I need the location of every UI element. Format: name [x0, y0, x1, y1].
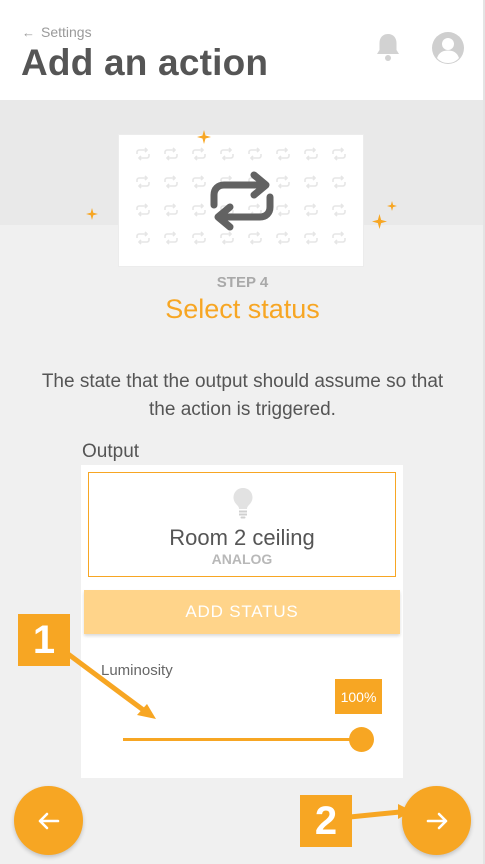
breadcrumb[interactable]: ← Settings: [22, 24, 92, 40]
back-arrow-icon: ←: [22, 24, 35, 40]
step-label: STEP 4: [216, 274, 269, 291]
step-description: The state that the output should assume …: [41, 371, 444, 420]
next-button[interactable]: [402, 786, 471, 855]
bell-icon[interactable]: [374, 32, 402, 62]
pattern-background: [136, 147, 346, 245]
breadcrumb-label: Settings: [41, 24, 92, 40]
back-button[interactable]: [14, 786, 83, 855]
luminosity-slider-thumb[interactable]: [348, 727, 374, 752]
output-type: ANALOG: [211, 551, 273, 567]
sparkle-icon: [86, 208, 98, 220]
sparkle-icon: [372, 214, 387, 229]
header: ← Settings Add an action: [0, 0, 483, 100]
sparkle-icon: [197, 130, 211, 144]
lightbulb-icon: [233, 488, 253, 519]
arrow-left-icon: [38, 812, 59, 829]
luminosity-value-badge: 100%: [335, 679, 382, 714]
sparkle-icon: [387, 201, 397, 211]
output-section-label: Output: [82, 441, 140, 462]
annotation-callout-1: 1: [18, 614, 70, 666]
output-card[interactable]: Room 2 ceiling ANALOG: [88, 472, 396, 577]
repeat-arrows-icon: [210, 171, 274, 231]
luminosity-label: Luminosity: [101, 662, 173, 679]
output-name: Room 2 ceiling: [169, 525, 315, 550]
add-status-button[interactable]: ADD STATUS: [84, 590, 400, 634]
page-title: Add an action: [21, 42, 269, 83]
arrow-right-icon: [426, 812, 447, 829]
user-avatar-icon[interactable]: [431, 31, 465, 65]
step-illustration: [118, 134, 364, 267]
annotation-callout-2: 2: [300, 795, 352, 847]
step-title: Select status: [165, 294, 320, 324]
luminosity-slider-track[interactable]: [123, 738, 361, 741]
app-screen: ← Settings Add an action STEP 4 Select s…: [0, 0, 485, 864]
